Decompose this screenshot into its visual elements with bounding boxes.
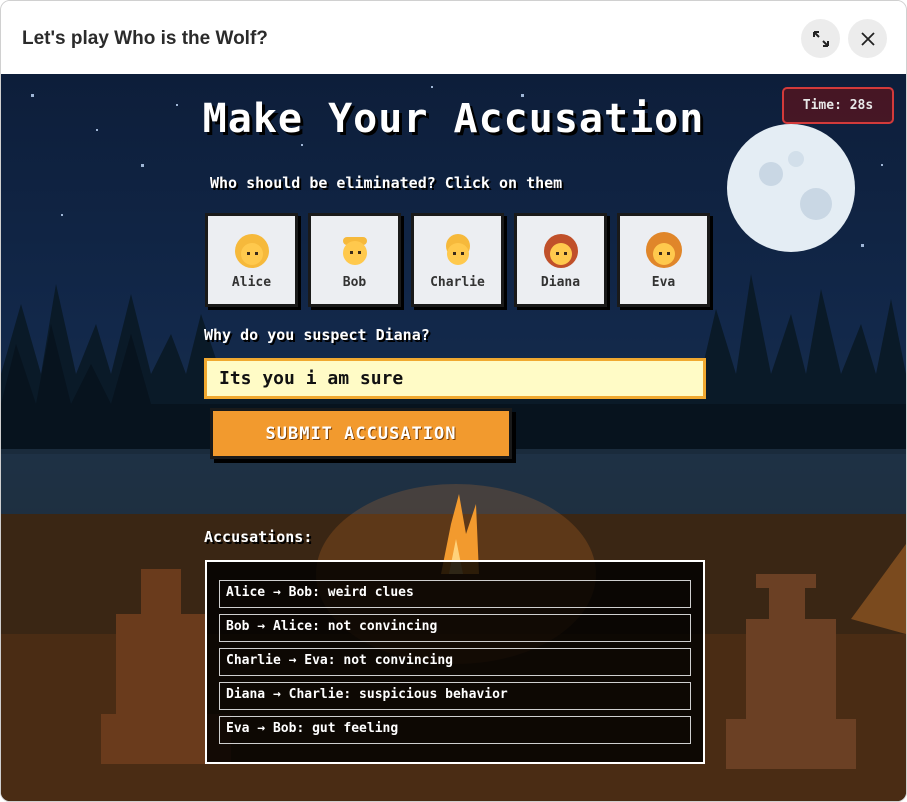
player-name: Alice — [231, 274, 272, 290]
player-name: Bob — [342, 274, 367, 290]
accusations-list: Alice → Bob: weird clues Bob → Alice: no… — [205, 560, 705, 764]
elimination-prompt: Who should be eliminated? Click on them — [210, 174, 563, 192]
player-name: Charlie — [430, 274, 485, 290]
accusations-heading: Accusations: — [204, 528, 313, 546]
player-name: Diana — [540, 274, 581, 290]
player-name: Eva — [651, 274, 676, 290]
expand-button[interactable] — [801, 19, 840, 58]
suspicion-label: Why do you suspect Diana? — [204, 326, 430, 344]
curly-haired-woman-icon — [645, 231, 682, 268]
player-card-charlie[interactable]: Charlie — [411, 213, 504, 307]
title-bar: Let's play Who is the Wolf? — [1, 1, 906, 74]
accusation-item: Eva → Bob: gut feeling — [219, 716, 691, 744]
expand-icon — [812, 30, 829, 47]
man-face-icon — [342, 236, 367, 265]
red-haired-woman-icon — [543, 233, 578, 268]
timer-badge: Time: 28s — [782, 87, 894, 124]
app-window: Let's play Who is the Wolf? Make Your Ac… — [0, 0, 907, 802]
accusation-item: Alice → Bob: weird clues — [219, 580, 691, 608]
player-card-bob[interactable]: Bob — [308, 213, 401, 307]
player-card-alice[interactable]: Alice — [205, 213, 298, 307]
accusation-item: Charlie → Eva: not convincing — [219, 648, 691, 676]
woman-face-icon — [234, 233, 269, 268]
submit-accusation-button[interactable]: SUBMIT ACCUSATION — [210, 408, 512, 459]
accusation-item: Bob → Alice: not convincing — [219, 614, 691, 642]
window-title: Let's play Who is the Wolf? — [22, 28, 268, 49]
moon — [727, 124, 855, 252]
accusation-item: Diana → Charlie: suspicious behavior — [219, 682, 691, 710]
close-icon — [860, 31, 875, 46]
person-face-icon — [445, 233, 470, 265]
page-title: Make Your Accusation — [202, 96, 705, 142]
player-list: Alice Bob Charlie Diana Eva — [205, 213, 710, 307]
game-scene: Make Your Accusation Time: 28s Who shoul… — [1, 74, 906, 801]
reason-input[interactable] — [204, 358, 706, 399]
close-button[interactable] — [848, 19, 887, 58]
player-card-eva[interactable]: Eva — [617, 213, 710, 307]
player-card-diana[interactable]: Diana — [514, 213, 607, 307]
